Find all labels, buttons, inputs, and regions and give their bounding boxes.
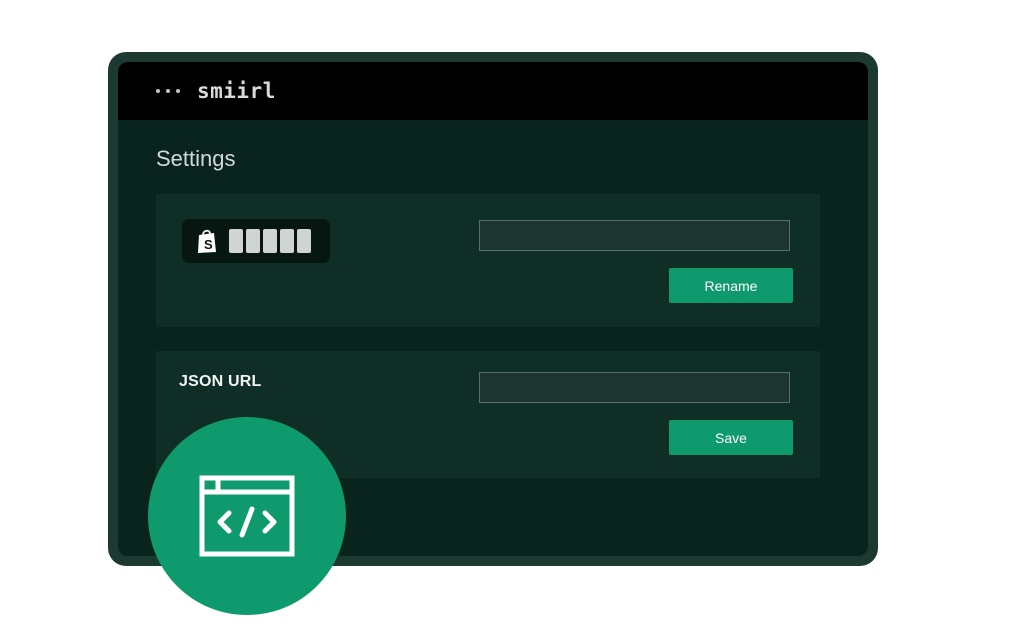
rename-input[interactable] — [479, 220, 790, 251]
masked-store-name — [229, 229, 311, 253]
shop-badge: S — [182, 219, 330, 263]
json-url-label: JSON URL — [179, 373, 262, 390]
rename-button[interactable]: Rename — [669, 268, 793, 303]
json-url-input[interactable] — [479, 372, 790, 403]
svg-text:S: S — [204, 237, 213, 252]
menu-dot — [176, 89, 180, 93]
brand-logo: smiirl — [197, 79, 276, 103]
rename-card: S Rename — [156, 194, 820, 327]
embed-code-icon — [199, 475, 295, 557]
embed-badge — [148, 417, 346, 615]
stage: smiirl Settings S Rename JSON URL Save — [0, 0, 1024, 626]
save-button[interactable]: Save — [669, 420, 793, 455]
menu-dot — [166, 89, 170, 93]
page-title: Settings — [156, 146, 236, 171]
top-bar: smiirl — [118, 62, 868, 120]
menu-dot — [156, 89, 160, 93]
menu-dots-icon[interactable] — [156, 89, 180, 93]
shopify-bag-icon: S — [198, 229, 216, 253]
